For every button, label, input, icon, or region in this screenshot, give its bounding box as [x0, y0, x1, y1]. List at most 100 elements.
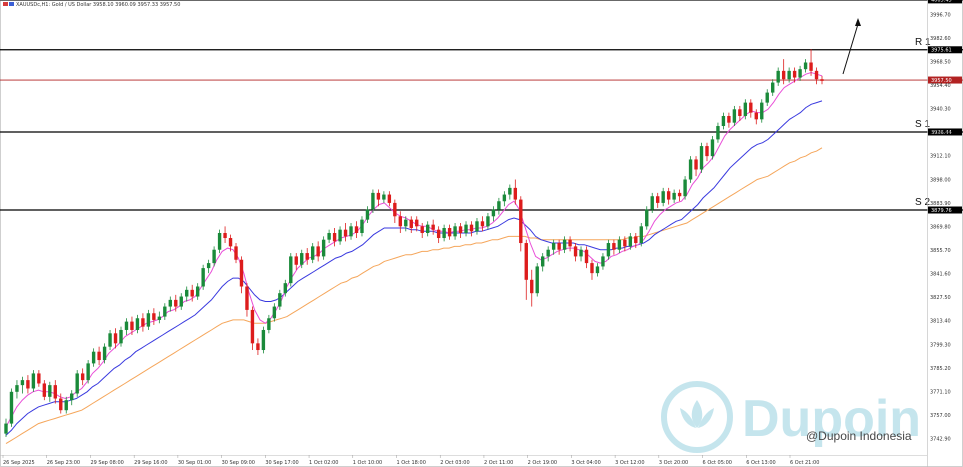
candle-body [195, 286, 200, 297]
candle-body [360, 219, 364, 234]
candle-body [584, 249, 589, 264]
candle-body [157, 316, 162, 320]
level-name: S 2 [915, 197, 930, 208]
y-tick-label: 3968.50 [930, 59, 951, 65]
candle-body [458, 226, 463, 234]
y-tick-label: 3954.40 [930, 83, 951, 89]
level-price-label: 3975.61 [931, 48, 952, 54]
candle-body [425, 224, 430, 234]
y-tick-label: 3855.70 [930, 248, 951, 254]
candle-body [37, 373, 41, 384]
candle-body [513, 187, 518, 200]
x-tick-label: 3 Oct 12:00 [615, 460, 644, 466]
watermark-handle: @Dupoin Indonesia [806, 429, 912, 443]
x-tick-label: 2 Oct 19:00 [528, 460, 557, 466]
candle [261, 326, 266, 354]
candle-body [628, 236, 633, 247]
candle [217, 229, 222, 254]
candle-body [9, 391, 14, 424]
candle-body [809, 62, 813, 71]
candle [645, 206, 649, 230]
candle-body [699, 146, 704, 170]
candle [75, 370, 79, 397]
candle-body [524, 243, 528, 280]
candle-body [86, 363, 90, 381]
candle [639, 222, 643, 247]
candle-body [234, 246, 238, 260]
candle-body [113, 333, 118, 344]
candle-body [174, 299, 178, 307]
candle-body [710, 139, 715, 157]
candle-body [31, 373, 36, 389]
candle-body [732, 109, 737, 123]
candle-body [781, 70, 786, 80]
candle-body [59, 398, 63, 411]
candle-body [305, 253, 309, 260]
candle-body [75, 373, 79, 394]
candle-body [48, 385, 52, 397]
candle-body [721, 115, 726, 127]
candle-body [436, 229, 441, 239]
candle-body [294, 256, 298, 265]
candle-body [820, 79, 824, 81]
candle-body [201, 268, 205, 287]
level-price-label: 4005.45 [931, 0, 952, 4]
candle-body [562, 239, 567, 250]
candle-body [250, 309, 255, 344]
candle-body [119, 329, 123, 344]
candle-body [97, 351, 101, 361]
candle-body [278, 293, 282, 307]
candle-body [70, 393, 74, 401]
candle-body [190, 289, 194, 297]
x-tick-label: 6 Oct 05:00 [703, 460, 732, 466]
candle-body [469, 224, 474, 232]
candle-body [64, 400, 68, 411]
y-tick-label: 3757.00 [930, 413, 951, 419]
candle-body [530, 279, 534, 294]
flag-icon [9, 2, 14, 6]
candle-body [475, 221, 479, 232]
candle-body [310, 246, 315, 260]
candle-body [327, 233, 331, 240]
candle-body [102, 346, 107, 361]
candle-body [727, 115, 731, 123]
candle [683, 176, 687, 200]
candle-body [672, 192, 676, 200]
candle [201, 264, 205, 290]
candle-body [497, 201, 501, 210]
candle-body [124, 321, 129, 330]
candle-body [376, 192, 381, 200]
candle-body [15, 385, 19, 392]
x-tick-label: 6 Oct 21:00 [790, 460, 819, 466]
x-tick-label: 29 Sep 08:00 [90, 460, 123, 466]
y-tick-label: 3982.60 [930, 36, 951, 42]
candle [321, 236, 326, 260]
candle-body [557, 243, 561, 250]
y-tick-label: 3898.00 [930, 177, 951, 183]
candle-body [206, 263, 211, 269]
candle [371, 189, 375, 213]
level-price-label: 3879.76 [931, 208, 952, 214]
candle [86, 360, 90, 384]
candle-body [387, 194, 392, 203]
candle-body [634, 236, 638, 244]
y-tick-label: 3883.90 [930, 201, 951, 207]
candle-body [141, 318, 145, 327]
candle-body [803, 62, 808, 70]
candle-body [617, 239, 622, 250]
candle [9, 388, 14, 427]
candle-body [349, 226, 353, 237]
candle-body [163, 306, 167, 317]
x-tick-label: 2 Oct 11:00 [484, 460, 513, 466]
candle-body [168, 299, 172, 307]
candle-body [354, 226, 359, 234]
candle-body [289, 256, 293, 284]
candle-body [771, 82, 775, 93]
symbol-header: XAUUSDc,H1: Gold / US Dollar 3958.10 396… [16, 2, 180, 8]
candle-body [447, 227, 452, 237]
candle-body [743, 102, 748, 116]
y-tick-label: 3785.20 [930, 366, 951, 372]
candle-body [656, 196, 660, 203]
candle-body [661, 191, 665, 203]
candle-body [185, 289, 189, 297]
